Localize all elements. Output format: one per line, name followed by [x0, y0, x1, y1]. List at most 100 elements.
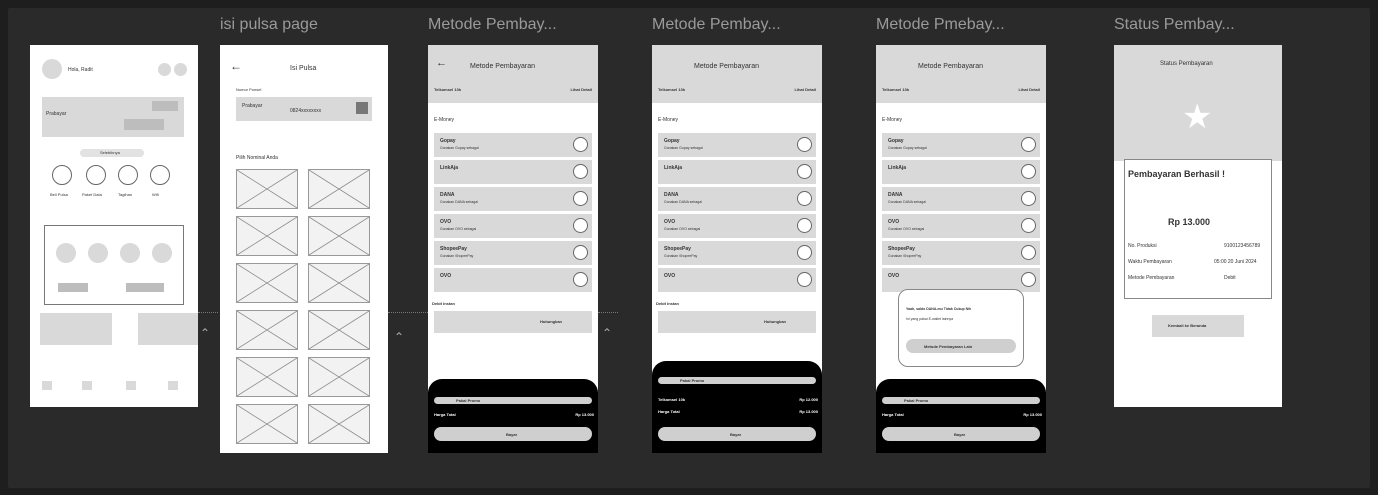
nav-history-icon[interactable] — [82, 381, 92, 390]
payment-method-name: OVO — [888, 219, 900, 225]
payment-method-row[interactable]: LinkAja — [658, 160, 816, 184]
payment-method-row[interactable]: LinkAja — [434, 160, 592, 184]
payment-method-name: OVO — [664, 219, 676, 225]
payment-method-row[interactable]: DANA Gunakan DANA sebagai — [882, 187, 1040, 211]
payment-method-row[interactable]: OVO — [434, 268, 592, 292]
nominal-option[interactable] — [236, 263, 298, 303]
radio-button[interactable] — [797, 245, 812, 260]
radio-button[interactable] — [573, 137, 588, 152]
radio-button[interactable] — [1021, 245, 1036, 260]
payment-method-row[interactable]: ShopeePay Gunakan ShopeePay — [434, 241, 592, 265]
insufficient-balance-popup — [898, 289, 1024, 367]
menu-icon-2[interactable] — [86, 165, 106, 185]
nominal-label: Pilih Nominal Anda — [236, 155, 278, 161]
nominal-option[interactable] — [236, 404, 298, 444]
payment-method-name: LinkAja — [664, 165, 683, 171]
promo-icon-4[interactable] — [152, 243, 172, 263]
frame-status[interactable]: Status Pembayaran ★ Pembayaran Berhasil … — [1114, 45, 1282, 407]
menu-icon-1[interactable] — [52, 165, 72, 185]
radio-button[interactable] — [797, 272, 812, 287]
radio-button[interactable] — [1021, 191, 1036, 206]
greeting-text: Hola, Radit — [68, 67, 93, 73]
nav-home-icon[interactable] — [42, 381, 52, 390]
nav-account-icon[interactable] — [168, 381, 178, 390]
radio-button[interactable] — [797, 191, 812, 206]
nominal-option[interactable] — [236, 216, 298, 256]
radio-button[interactable] — [573, 191, 588, 206]
line-value: Rp 12.000 — [799, 397, 818, 402]
nav-promo-icon[interactable] — [126, 381, 136, 390]
contact-icon[interactable] — [356, 102, 368, 114]
total-value: Rp 13.000 — [799, 409, 818, 414]
frame-title-pulsa: isi pulsa page — [220, 16, 318, 33]
connect-link[interactable]: Hubungkan — [540, 319, 562, 324]
frame-metode-3[interactable]: Metode Pembayaran Telkomsel 10k Lihat De… — [876, 45, 1046, 453]
radio-button[interactable] — [797, 137, 812, 152]
payment-method-name: Gopay — [888, 138, 904, 144]
frame-home[interactable]: Hola, Radit Prabayar Selebihnya Beli Pul… — [30, 45, 198, 407]
radio-button[interactable] — [573, 272, 588, 287]
payment-method-row[interactable]: OVO Gunakan OVO sebagai — [882, 214, 1040, 238]
payment-method-row[interactable]: ShopeePay Gunakan ShopeePay — [658, 241, 816, 265]
popup-title: Yaah, saldo DANA-mu Tidak Cukup Nih — [906, 307, 972, 311]
nominal-option[interactable] — [308, 216, 370, 256]
payment-method-name: DANA — [440, 192, 455, 198]
payment-method-row[interactable]: ShopeePay Gunakan ShopeePay — [882, 241, 1040, 265]
nominal-option[interactable] — [308, 404, 370, 444]
payment-method-row[interactable]: OVO Gunakan OVO sebagai — [658, 214, 816, 238]
nominal-option[interactable] — [308, 357, 370, 397]
promo-block-1 — [58, 283, 88, 292]
payment-method-row[interactable]: Gopay Gunakan Gopay sebagai — [434, 133, 592, 157]
menu-icon-4[interactable] — [150, 165, 170, 185]
debit-row[interactable] — [658, 311, 816, 333]
nominal-option[interactable] — [308, 263, 370, 303]
payment-method-sub: Gunakan Gopay sebagai — [440, 146, 479, 150]
notification-icon[interactable] — [158, 63, 171, 76]
payment-method-row[interactable]: DANA Gunakan DANA sebagai — [434, 187, 592, 211]
menu-icon-3[interactable] — [118, 165, 138, 185]
frame-title-metode-2: Metode Pembay... — [652, 16, 781, 33]
popup-body: Ini yang pakai E-wallet lainnya — [906, 317, 954, 321]
radio-button[interactable] — [1021, 272, 1036, 287]
frame-metode-1[interactable]: ← Metode Pembayaran Telkomsel 10k Lihat … — [428, 45, 598, 453]
menu-label-1: Beli Pulsa — [50, 192, 68, 197]
payment-method-row[interactable]: DANA Gunakan DANA sebagai — [658, 187, 816, 211]
nominal-option[interactable] — [308, 310, 370, 350]
payment-method-row[interactable]: LinkAja — [882, 160, 1040, 184]
image-placeholder-icon — [309, 217, 369, 255]
nominal-option[interactable] — [236, 357, 298, 397]
radio-button[interactable] — [573, 245, 588, 260]
payment-method-row[interactable]: OVO Gunakan OVO sebagai — [434, 214, 592, 238]
radio-button[interactable] — [573, 164, 588, 179]
radio-button[interactable] — [1021, 137, 1036, 152]
payment-method-row[interactable]: Gopay Gunakan Gopay sebagai — [882, 133, 1040, 157]
nominal-option[interactable] — [308, 169, 370, 209]
connect-link[interactable]: Hubungkan — [764, 319, 786, 324]
payment-method-row[interactable]: Gopay Gunakan Gopay sebagai — [658, 133, 816, 157]
back-arrow-icon[interactable]: ← — [230, 59, 242, 73]
prototype-connector-3 — [598, 312, 618, 313]
design-canvas[interactable]: Hola, Radit Prabayar Selebihnya Beli Pul… — [0, 0, 1378, 495]
balance-block — [152, 101, 178, 111]
pay-label: Bayar — [506, 432, 518, 437]
payment-method-sub: Gunakan Gopay sebagai — [888, 146, 927, 150]
radio-button[interactable] — [1021, 218, 1036, 233]
promo-icon-2[interactable] — [88, 243, 108, 263]
radio-button[interactable] — [797, 218, 812, 233]
more-button-label: Selebihnya — [100, 150, 120, 155]
profile-icon[interactable] — [174, 63, 187, 76]
payment-method-sub: Gunakan DANA sebagai — [888, 200, 926, 204]
success-text: Pembayaran Berhasil ! — [1128, 169, 1226, 179]
nominal-option[interactable] — [236, 169, 298, 209]
frame-metode-2[interactable]: Metode Pembayaran Telkomsel 10k Lihat De… — [652, 45, 822, 453]
promo-icon-1[interactable] — [56, 243, 76, 263]
payment-method-name: OVO — [440, 273, 452, 279]
payment-method-row[interactable]: OVO — [658, 268, 816, 292]
radio-button[interactable] — [1021, 164, 1036, 179]
promo-icon-3[interactable] — [120, 243, 140, 263]
nominal-option[interactable] — [236, 310, 298, 350]
frame-pulsa[interactable]: ← Isi Pulsa Nomor Ponsel Prabayar 0824xx… — [220, 45, 388, 453]
radio-button[interactable] — [573, 218, 588, 233]
debit-row[interactable] — [434, 311, 592, 333]
radio-button[interactable] — [797, 164, 812, 179]
